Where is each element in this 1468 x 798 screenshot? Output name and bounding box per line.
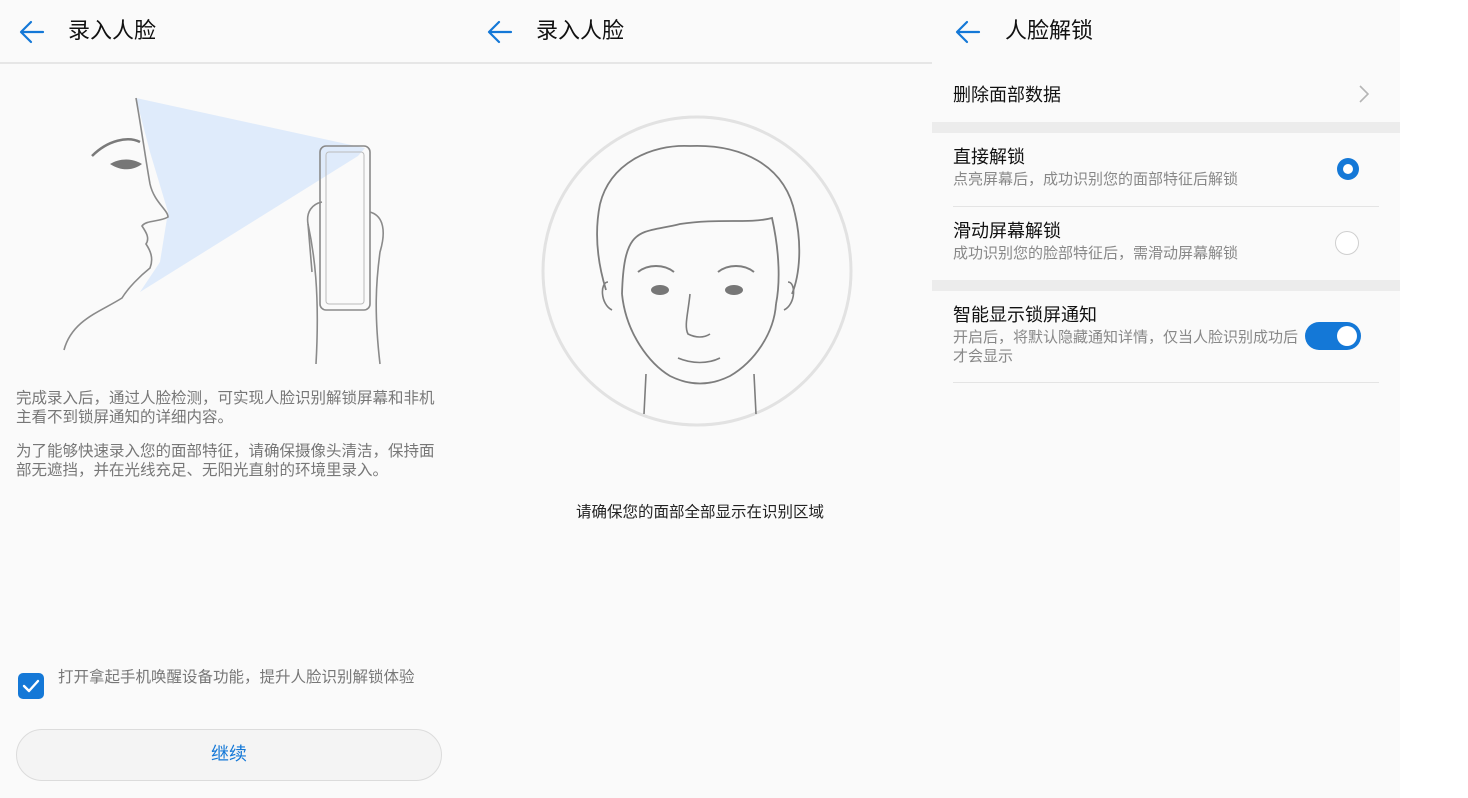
intro-description: 完成录入后，通过人脸检测，可实现人脸识别解锁屏幕和非机主看不到锁屏通知的详细内容… <box>16 389 435 426</box>
smart-notification-toggle[interactable] <box>1305 322 1361 350</box>
raise-to-wake-checkbox[interactable] <box>18 673 44 699</box>
back-arrow-icon[interactable] <box>954 18 982 46</box>
page-title: 录入人脸 <box>68 19 157 44</box>
smart-notification-row[interactable]: 智能显示锁屏通知 开启后，将默认隐藏通知详情，仅当人脸识别成功后才会显示 <box>953 304 1381 366</box>
option-title: 滑动屏幕解锁 <box>953 221 1061 242</box>
app-bar: 人脸解锁 <box>932 0 1400 62</box>
swipe-unlock-option[interactable]: 滑动屏幕解锁 成功识别您的脸部特征后，需滑动屏幕解锁 <box>953 220 1381 263</box>
section-separator <box>932 122 1400 133</box>
page-title: 录入人脸 <box>536 19 625 44</box>
notify-subtitle: 开启后，将默认隐藏通知详情，仅当人脸识别成功后才会显示 <box>953 328 1299 365</box>
back-arrow-icon[interactable] <box>18 18 46 46</box>
back-arrow-icon[interactable] <box>486 18 514 46</box>
continue-button[interactable]: 继续 <box>16 729 442 781</box>
divider <box>953 382 1379 383</box>
capture-hint: 请确保您的面部全部显示在识别区域 <box>575 503 824 521</box>
face-unlock-settings-screen: 人脸解锁 删除面部数据 直接解锁 点亮屏幕后，成功识别您的面部特征后解锁 滑动屏… <box>932 0 1400 798</box>
checkmark-icon <box>22 679 40 693</box>
divider <box>953 206 1379 207</box>
page-title: 人脸解锁 <box>1005 19 1094 44</box>
radio-unselected[interactable] <box>1335 231 1359 255</box>
option-title: 直接解锁 <box>953 147 1025 168</box>
option-subtitle: 成功识别您的脸部特征后，需滑动屏幕解锁 <box>953 244 1239 262</box>
radio-selected[interactable] <box>1337 158 1359 180</box>
app-bar: 录入人脸 <box>468 0 932 64</box>
section-separator <box>932 280 1400 291</box>
direct-unlock-option[interactable]: 直接解锁 点亮屏幕后，成功识别您的面部特征后解锁 <box>953 146 1381 189</box>
delete-face-data-row[interactable]: 删除面部数据 <box>932 64 1400 122</box>
app-bar: 录入人脸 <box>0 0 468 64</box>
toggle-knob <box>1337 326 1357 346</box>
face-scan-illustration <box>63 97 384 365</box>
delete-face-data-label: 删除面部数据 <box>953 85 1061 106</box>
enroll-intro-screen: 录入人脸 完成录入后，通过人脸检测，可实现人脸识别解锁屏幕和非机主看不到锁屏通知… <box>0 0 468 798</box>
option-subtitle: 点亮屏幕后，成功识别您的面部特征后解锁 <box>953 170 1239 188</box>
face-outline-icon <box>541 115 853 427</box>
raise-to-wake-label: 打开拿起手机唤醒设备功能，提升人脸识别解锁体验 <box>58 668 415 686</box>
face-capture-screen: 录入人脸 请确保您的面部全部显示在识别区域 <box>468 0 932 798</box>
chevron-right-icon <box>1359 85 1370 103</box>
enroll-tips: 为了能够快速录入您的面部特征，请确保摄像头清洁，保持面部无遮挡，并在光线充足、无… <box>16 442 435 479</box>
